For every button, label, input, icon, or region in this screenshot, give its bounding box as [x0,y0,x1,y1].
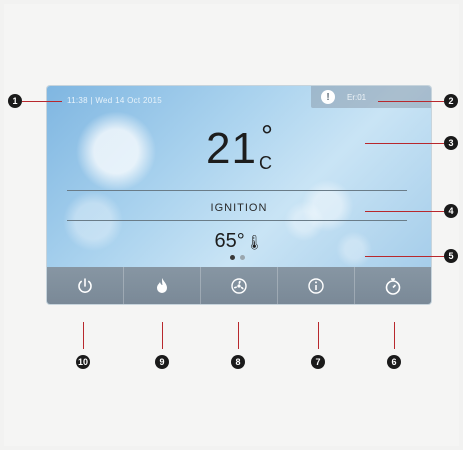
flame-icon [157,277,167,293]
divider-top [67,190,407,191]
stopwatch-icon [385,277,401,295]
flame-button[interactable] [124,267,201,304]
callout-9: 9 [155,355,169,369]
callout-8: 8 [231,355,245,369]
power-icon [78,277,92,293]
warning-icon: ! [321,90,335,104]
leader-4 [365,211,444,212]
leader-2 [378,101,444,102]
leader-7 [318,322,319,349]
water-temperature: 65°🌡 [47,230,431,253]
callout-3: 3 [444,136,458,150]
leader-5 [365,256,444,257]
divider-bottom [67,220,407,221]
temperature-degree: ° [260,120,273,153]
error-badge[interactable]: ! Er:01 [311,86,431,108]
callout-10: 10 [76,355,90,369]
status-datetime: 11:38 | Wed 14 Oct 2015 [67,96,162,105]
info-icon [308,277,324,294]
page-indicator [230,255,245,260]
leader-8 [238,322,239,349]
leader-10 [83,322,84,349]
leader-1 [22,101,62,102]
callout-4: 4 [444,204,458,218]
temperature-unit: C [258,153,272,173]
power-button[interactable] [47,267,124,304]
bottom-toolbar [47,267,431,304]
callout-1: 1 [8,94,22,108]
device-screen: 11:38 | Wed 14 Oct 2015 ! Er:01 21 °C IGN… [47,86,431,304]
callout-7: 7 [311,355,325,369]
room-temperature: 21 °C [47,120,431,174]
operating-state: IGNITION [210,202,268,214]
callout-6: 6 [387,355,401,369]
page-dot-active [230,255,235,260]
callout-5: 5 [444,249,458,263]
info-button[interactable] [278,267,355,304]
error-code: Er:01 [347,92,367,102]
callout-2: 2 [444,94,458,108]
temperature-value: 21 [206,124,257,173]
leader-3 [365,143,444,144]
fan-icon [231,277,247,294]
timer-button[interactable] [355,267,431,304]
fan-button[interactable] [201,267,278,304]
water-temperature-value: 65° [214,230,245,252]
leader-9 [162,322,163,349]
thermometer-icon: 🌡 [245,234,264,250]
page-dot [240,255,245,260]
leader-6 [394,322,395,349]
